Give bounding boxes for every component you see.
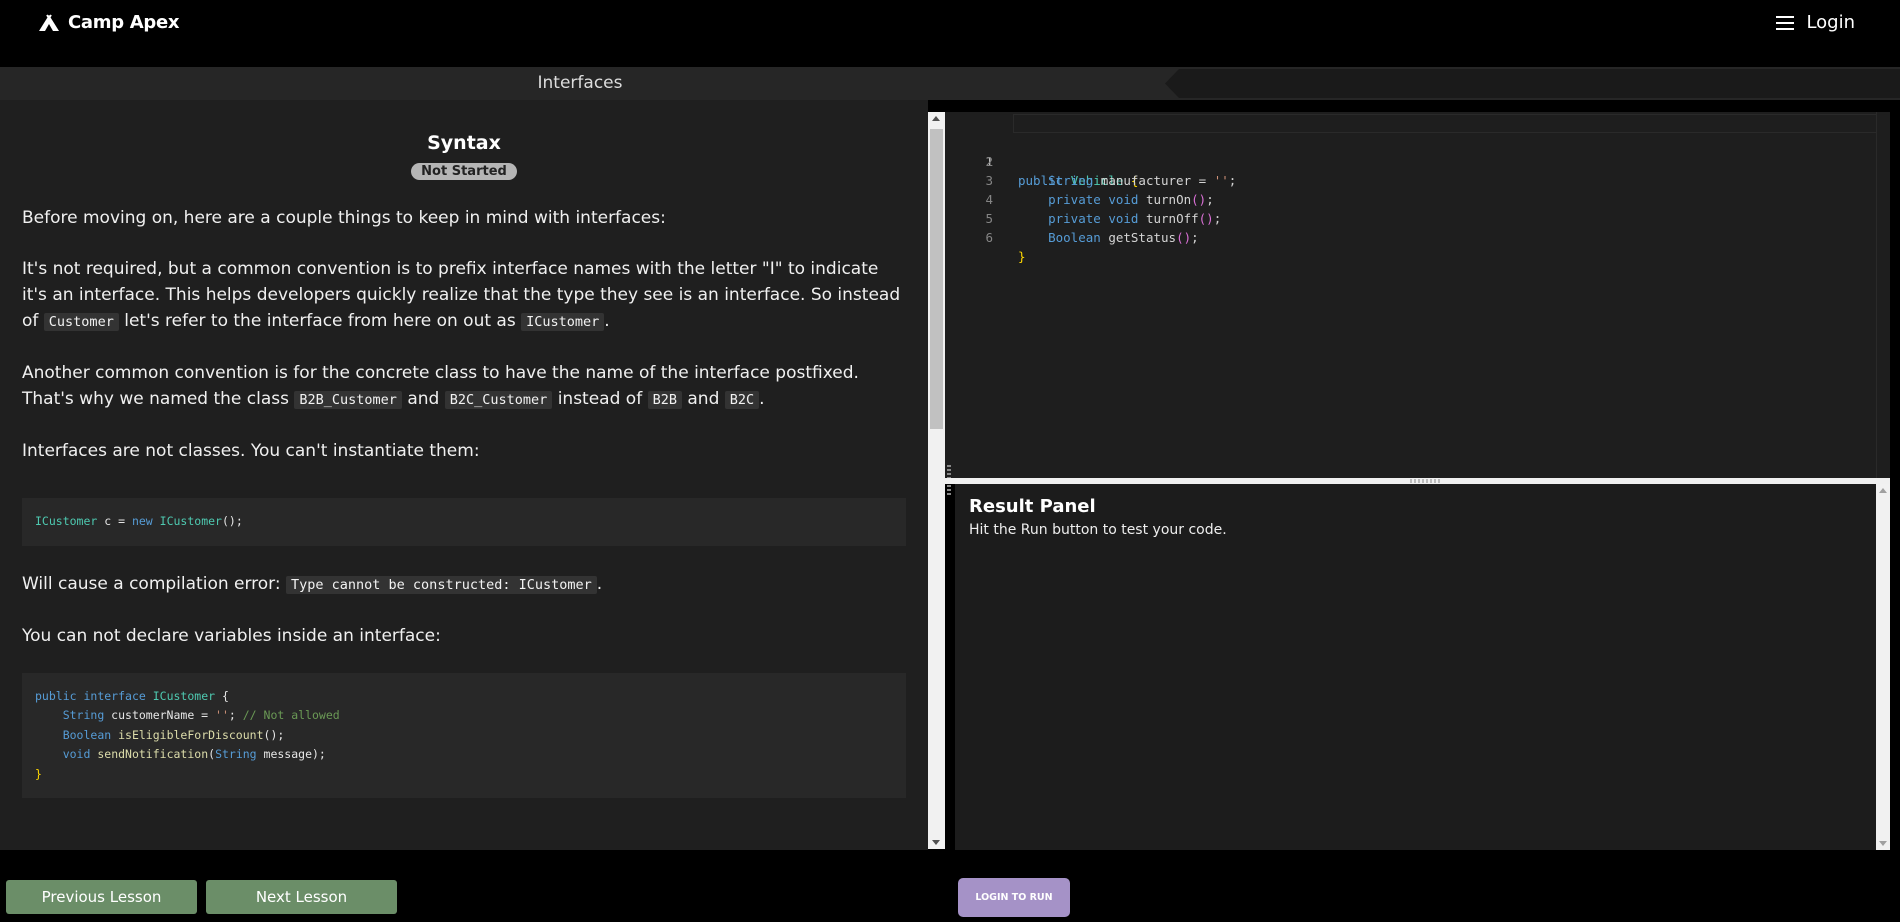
result-panel-message: Hit the Run button to test your code. xyxy=(969,522,1227,538)
code-editor[interactable]: 1 public Vehicle { 2 String manufacturer… xyxy=(945,112,1890,478)
result-panel-title: Result Panel xyxy=(969,496,1096,517)
login-menu[interactable]: Login xyxy=(1776,12,1855,33)
brand-name: Camp Apex xyxy=(68,12,180,33)
code-block-interface: public interface ICustomer { String cust… xyxy=(22,672,906,798)
paragraph-no-variables: You can not declare variables inside an … xyxy=(22,625,441,646)
editor-line[interactable]: 6 } xyxy=(945,209,1890,264)
lesson-title: Interfaces xyxy=(537,73,623,93)
paragraph-not-classes: Interfaces are not classes. You can't in… xyxy=(22,441,480,461)
lesson-scrollbar[interactable] xyxy=(928,112,945,849)
scrollbar-thumb[interactable] xyxy=(930,129,943,429)
inline-code: B2B_Customer xyxy=(294,391,402,409)
inline-code: ICustomer xyxy=(521,313,605,331)
editor-scrollbar[interactable] xyxy=(1876,112,1890,478)
previous-lesson-button[interactable]: Previous Lesson xyxy=(6,880,197,914)
result-panel: Result Panel Hit the Run button to test … xyxy=(955,484,1890,850)
paragraph-postfix-convention: Another common convention is for the con… xyxy=(22,363,859,409)
status-badge: Not Started xyxy=(411,163,517,180)
inline-code: B2C_Customer xyxy=(444,391,553,409)
scroll-down-arrow-icon[interactable] xyxy=(932,840,940,845)
login-to-run-button[interactable]: LOGIN TO RUN xyxy=(958,878,1070,917)
inline-code: B2C xyxy=(724,391,760,409)
inline-code: B2B xyxy=(647,391,682,409)
editor-line[interactable]: 5 Boolean getStatus(); xyxy=(945,190,1890,245)
splitter-grip-icon[interactable] xyxy=(1410,479,1440,483)
login-link[interactable]: Login xyxy=(1806,12,1855,33)
inline-code: Customer xyxy=(43,313,119,331)
scroll-down-arrow-icon[interactable] xyxy=(1879,841,1887,846)
lesson-title-bar: Interfaces xyxy=(0,67,1900,100)
paragraph-prefix-convention: It's not required, but a common conventi… xyxy=(22,259,901,331)
code-block-instantiate: ICustomer c = new ICustomer(); xyxy=(22,498,906,546)
title-bar-arrow xyxy=(1165,69,1900,98)
editor-line[interactable]: 4 private void turnOff(); xyxy=(945,171,1890,226)
hamburger-menu-icon[interactable] xyxy=(1776,15,1795,30)
line-number: 6 xyxy=(985,230,993,245)
next-lesson-button[interactable]: Next Lesson xyxy=(206,880,397,914)
editor-line[interactable]: 2 String manufacturer = ''; xyxy=(945,133,1890,188)
section-heading: Syntax xyxy=(427,132,501,154)
editor-line[interactable]: 1 public Vehicle { xyxy=(945,114,1890,188)
paragraph-intro: Before moving on, here are a couple thin… xyxy=(22,208,666,228)
editor-line[interactable]: 3 private void turnOn(); xyxy=(945,152,1890,207)
result-scrollbar[interactable] xyxy=(1876,484,1890,850)
footer-bar: Previous Lesson Next Lesson LOGIN TO RUN xyxy=(0,850,1900,922)
top-navbar: Camp Apex Login xyxy=(0,0,1900,55)
inline-code: Type cannot be constructed: ICustomer xyxy=(286,575,597,594)
brand-logo[interactable]: Camp Apex xyxy=(38,12,180,33)
paragraph-compilation-error: Will cause a compilation error: Type can… xyxy=(22,573,603,594)
scroll-up-arrow-icon[interactable] xyxy=(932,116,940,121)
lesson-content-pane: Syntax Not Started Before moving on, her… xyxy=(0,100,928,850)
tent-icon xyxy=(39,13,59,31)
scroll-up-arrow-icon[interactable] xyxy=(1879,488,1887,493)
